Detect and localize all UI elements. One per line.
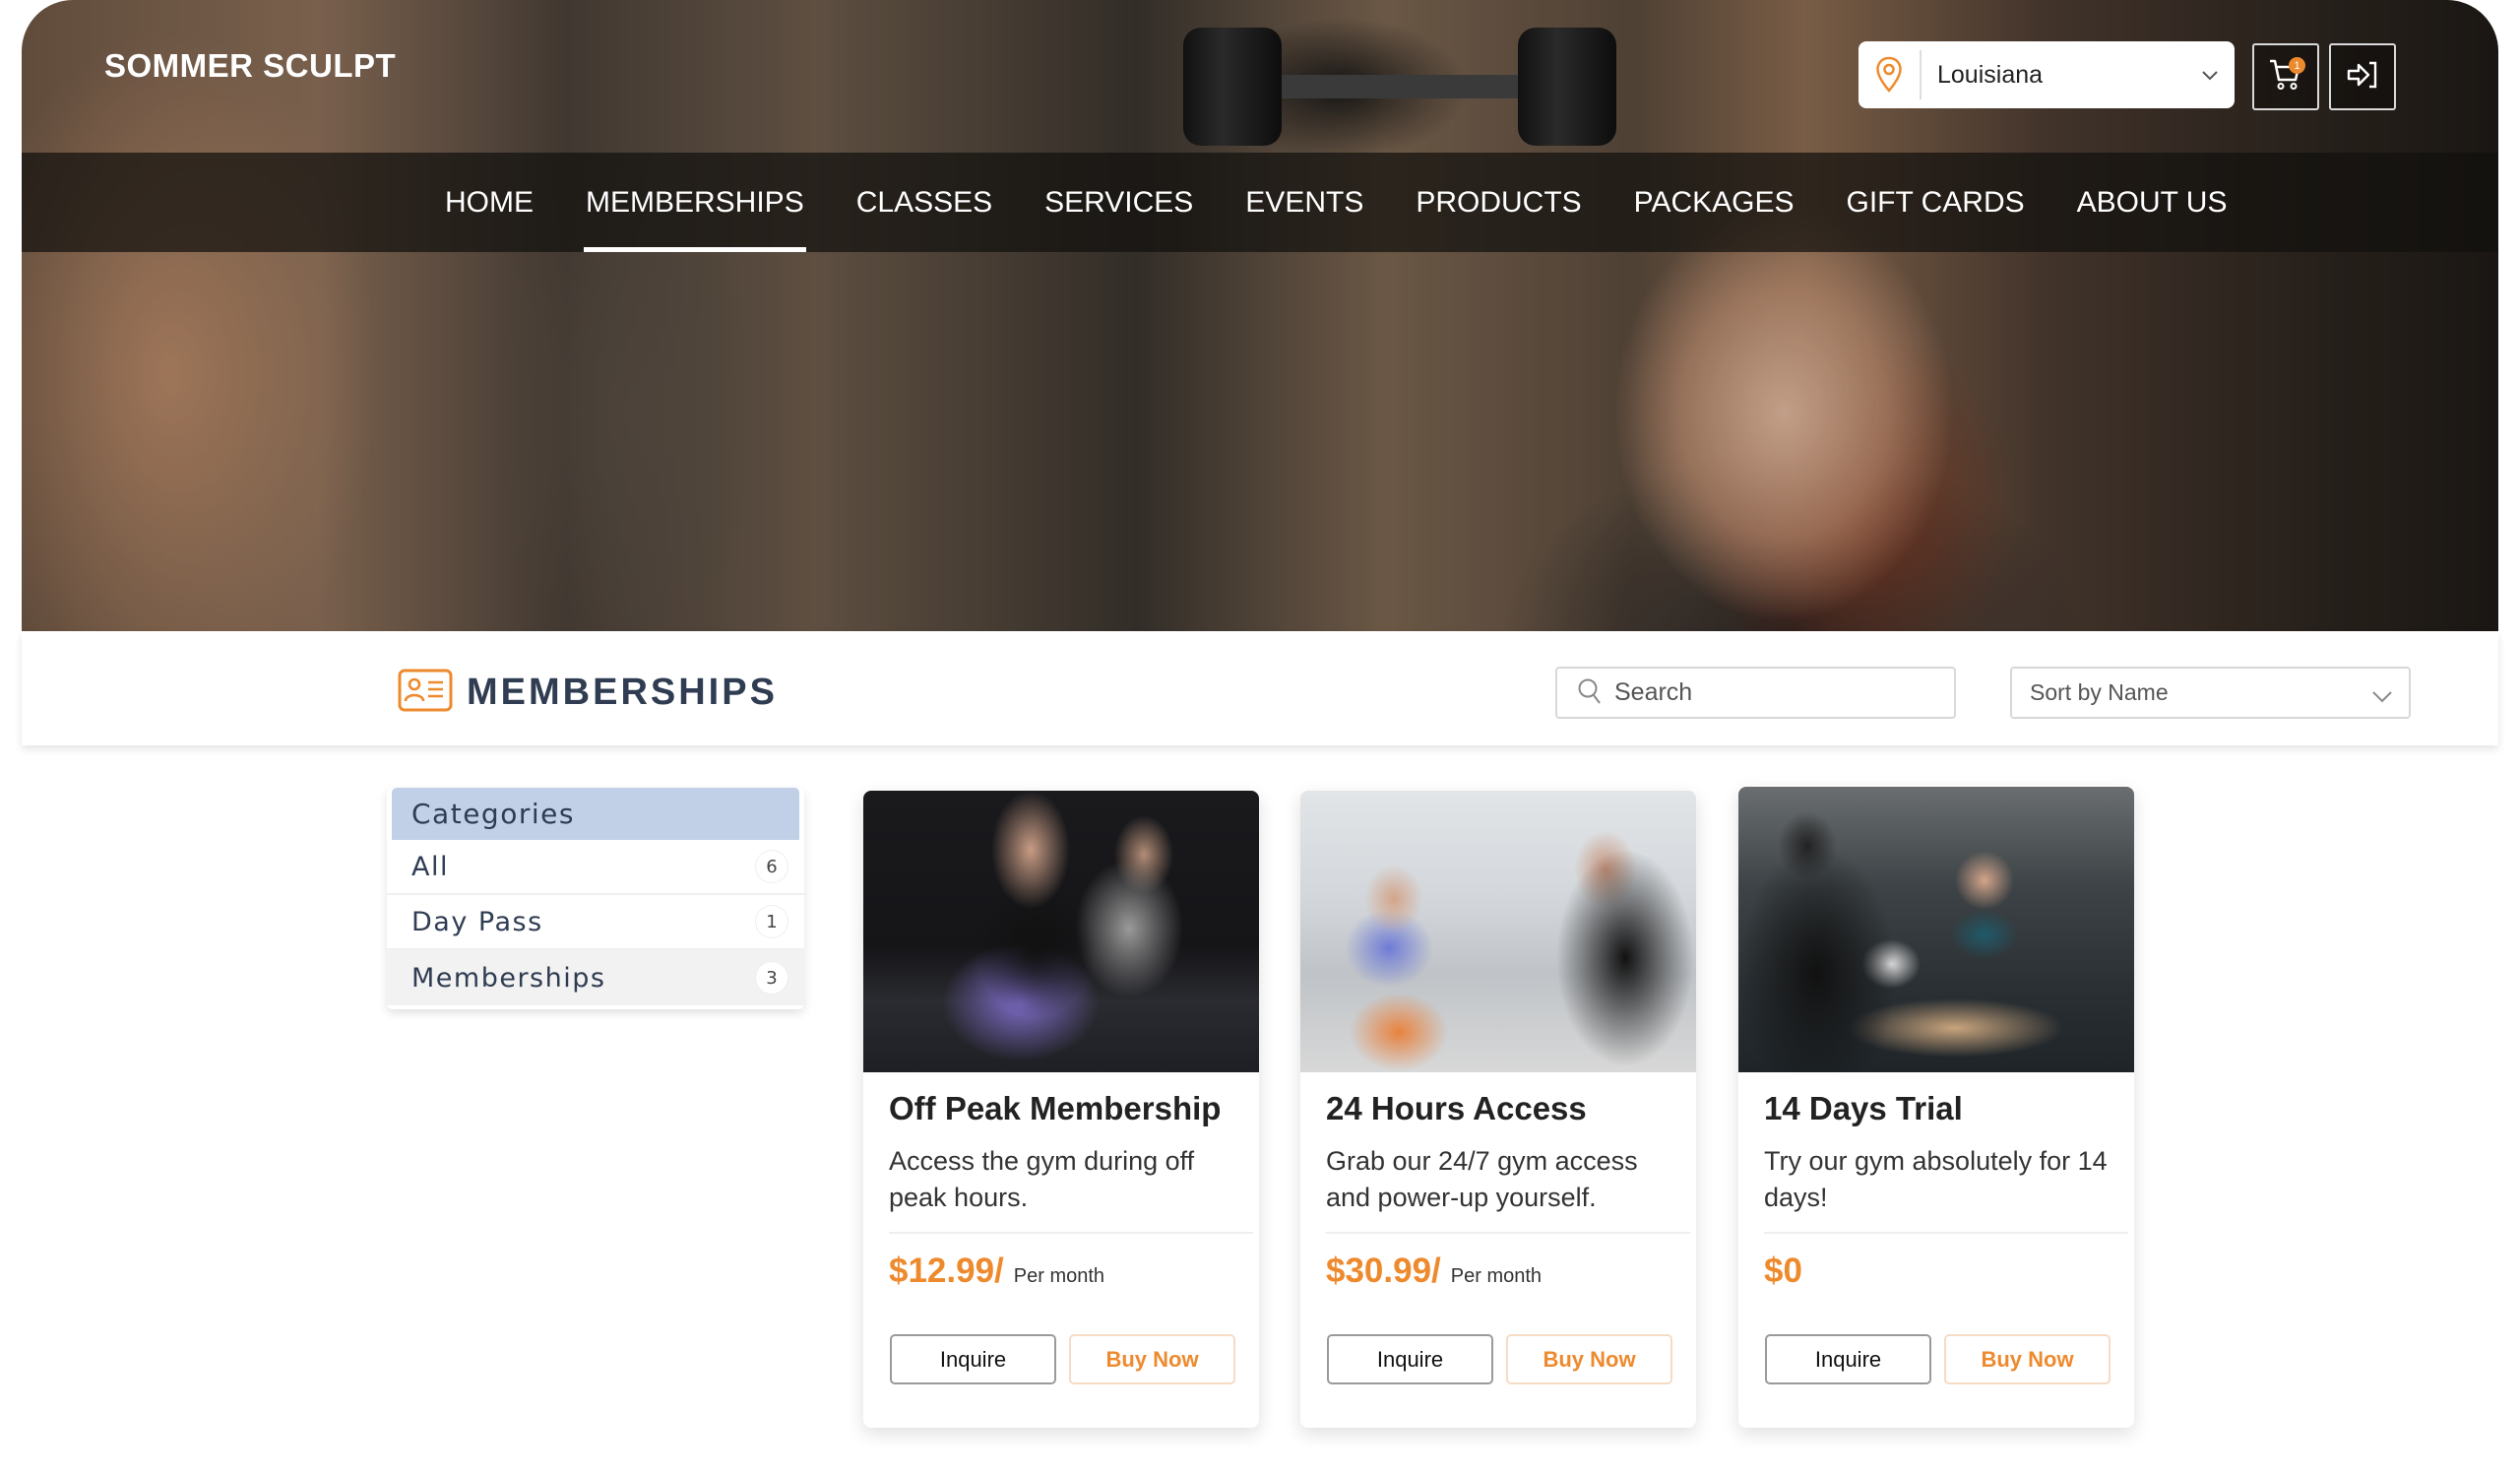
category-count: 6 — [755, 850, 788, 883]
card-image[interactable] — [1300, 791, 1696, 1072]
card-title[interactable]: Off Peak Membership — [889, 1090, 1233, 1127]
membership-card: Off Peak Membership Access the gym durin… — [863, 791, 1259, 1428]
main-nav: HOME MEMBERSHIPS CLASSES SERVICES EVENTS… — [22, 153, 2498, 252]
card-divider — [1764, 1232, 2128, 1234]
inquire-button[interactable]: Inquire — [1327, 1334, 1493, 1384]
category-label: Memberships — [411, 962, 606, 994]
nav-item-memberships[interactable]: MEMBERSHIPS — [584, 153, 806, 252]
card-description: Access the gym during off peak hours. — [889, 1146, 1195, 1212]
location-select[interactable]: Louisiana — [1858, 41, 2235, 108]
category-item-all[interactable]: All 6 — [387, 840, 804, 895]
sort-select[interactable]: Sort by Name — [2010, 667, 2411, 719]
sort-value: Sort by Name — [2030, 679, 2169, 705]
membership-card: 24 Hours Access Grab our 24/7 gym access… — [1300, 791, 1696, 1428]
id-card-icon — [398, 669, 453, 716]
brand-logo[interactable]: SOMMER SCULPT — [104, 47, 396, 85]
category-count: 3 — [755, 961, 788, 995]
card-image[interactable] — [863, 791, 1259, 1072]
nav-item-home[interactable]: HOME — [445, 153, 534, 252]
cart-button[interactable]: 1 — [2252, 43, 2319, 110]
nav-item-events[interactable]: EVENTS — [1245, 153, 1363, 252]
inquire-button[interactable]: Inquire — [1765, 1334, 1931, 1384]
card-divider — [889, 1232, 1253, 1234]
sign-in-icon — [2346, 60, 2379, 94]
nav-item-products[interactable]: PRODUCTS — [1416, 153, 1581, 252]
nav-item-about-us[interactable]: ABOUT US — [2077, 153, 2228, 252]
search-input[interactable] — [1614, 678, 1939, 707]
nav-item-gift-cards[interactable]: GIFT CARDS — [1847, 153, 2025, 252]
search-box[interactable] — [1555, 667, 1956, 719]
card-description: Grab our 24/7 gym access and power-up yo… — [1326, 1146, 1638, 1212]
nav-item-classes[interactable]: CLASSES — [856, 153, 992, 252]
categories-panel: Categories All 6 Day Pass 1 Memberships … — [387, 788, 804, 1009]
location-value: Louisiana — [1937, 60, 2044, 89]
membership-card: 14 Days Trial Try our gym absolutely for… — [1738, 787, 2134, 1428]
page-header-bar: MEMBERSHIPS Sort by Name — [22, 631, 2498, 745]
inquire-button[interactable]: Inquire — [890, 1334, 1056, 1384]
map-pin-icon — [1858, 41, 1920, 108]
buy-now-button[interactable]: Buy Now — [1944, 1334, 2110, 1384]
buy-now-button[interactable]: Buy Now — [1506, 1334, 1672, 1384]
card-title[interactable]: 14 Days Trial — [1764, 1090, 2109, 1127]
card-price: $0 — [1764, 1252, 1802, 1290]
card-price-period: Per month — [1013, 1265, 1105, 1287]
card-price: $12.99/ — [889, 1252, 1004, 1290]
card-price: $30.99/ — [1326, 1252, 1441, 1290]
nav-item-packages[interactable]: PACKAGES — [1634, 153, 1795, 252]
category-item-day-pass[interactable]: Day Pass 1 — [387, 895, 804, 950]
hero-dumbbell-graphic — [1183, 28, 1616, 146]
cart-count-badge: 1 — [2289, 57, 2305, 74]
card-image[interactable] — [1738, 787, 2134, 1072]
category-label: Day Pass — [411, 906, 543, 937]
card-description: Try our gym absolutely for 14 days! — [1764, 1146, 2108, 1212]
search-icon — [1577, 677, 1603, 709]
categories-heading: Categories — [392, 788, 799, 840]
page-title: MEMBERSHIPS — [467, 671, 778, 713]
category-item-memberships[interactable]: Memberships 3 — [387, 950, 804, 1005]
nav-item-services[interactable]: SERVICES — [1044, 153, 1193, 252]
category-label: All — [411, 851, 449, 882]
card-title[interactable]: 24 Hours Access — [1326, 1090, 1670, 1127]
category-count: 1 — [755, 905, 788, 938]
chevron-down-icon — [2371, 682, 2393, 709]
card-price-period: Per month — [1450, 1265, 1543, 1287]
card-divider — [1326, 1232, 1690, 1234]
buy-now-button[interactable]: Buy Now — [1069, 1334, 1235, 1384]
login-button[interactable] — [2329, 43, 2396, 110]
chevron-down-icon — [2185, 69, 2235, 81]
